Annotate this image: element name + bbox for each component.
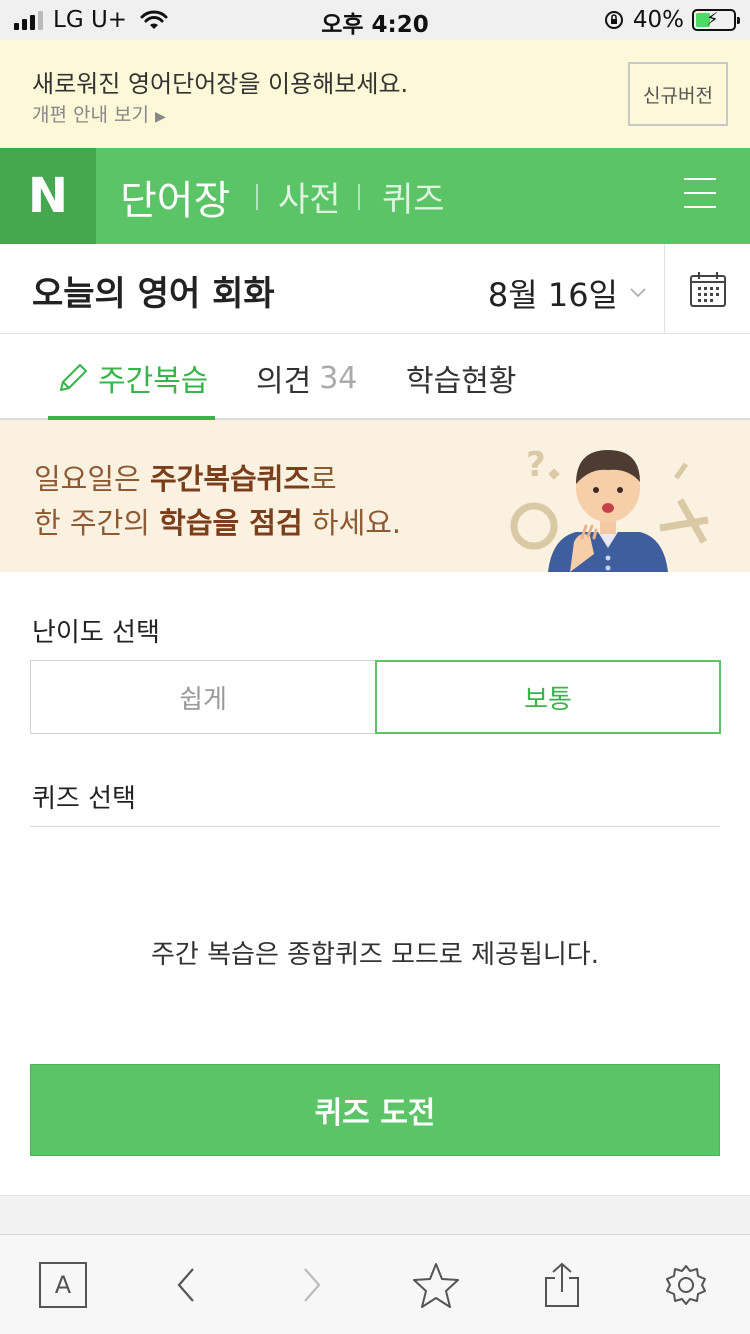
app-header: N 단어장 사전 퀴즈 (0, 148, 750, 244)
hamburger-menu-icon[interactable] (684, 178, 716, 212)
battery-percent: 40% (632, 7, 684, 33)
svg-text:?: ? (526, 445, 546, 485)
status-bar: LG U+ 오후 4:20 40% ⚡ (0, 0, 750, 40)
promo-line-2: 한 주간의 학습을 점검 하세요. (34, 506, 402, 540)
tab-progress[interactable]: 학습현황 (406, 356, 516, 400)
bookmark-button[interactable] (410, 1259, 462, 1311)
caret-right-icon: ▶ (155, 109, 166, 125)
tab-bar: 주간복습 의견 34 학습현황 (0, 334, 750, 420)
date-selector[interactable]: 8월 16일 (488, 270, 646, 316)
new-version-button[interactable]: 신규버전 (628, 62, 728, 126)
browser-toolbar: A (0, 1234, 750, 1334)
nav-dictionary[interactable]: 사전 (278, 172, 341, 221)
start-quiz-button[interactable]: 퀴즈 도전 (30, 1064, 720, 1156)
nav-divider (358, 184, 360, 210)
tab-label: 의견 (256, 364, 312, 399)
nav-quiz[interactable]: 퀴즈 (382, 172, 445, 221)
nav-divider (256, 184, 258, 210)
tab-label: 주간복습 (98, 364, 209, 399)
calendar-icon (689, 272, 726, 307)
nav-wordbook[interactable]: 단어장 (120, 168, 230, 226)
settings-button[interactable] (660, 1259, 712, 1311)
tab-weekly-review[interactable]: 주간복습 (56, 356, 208, 400)
quiz-settings-panel: 난이도 선택 쉽게 보통 퀴즈 선택 주간 복습은 종합퀴즈 모드로 제공됩니다… (0, 572, 750, 1196)
notice-banner: 새로워진 영어단어장을 이용해보세요. 개편 안내 보기 ▶ 신규버전 (0, 40, 750, 148)
tab-comments[interactable]: 의견 34 (256, 356, 357, 400)
quiz-mode-info: 주간 복습은 종합퀴즈 모드로 제공됩니다. (151, 940, 599, 970)
notice-title: 새로워진 영어단어장을 이용해보세요. (32, 70, 409, 98)
reader-mode-button[interactable]: A (37, 1259, 89, 1311)
title-row: 오늘의 영어 회화 8월 16일 (0, 244, 750, 334)
forward-icon (304, 1268, 321, 1302)
promo-line-1: 일요일은 주간복습퀴즈로 (34, 462, 337, 496)
divider (30, 826, 720, 827)
date-label: 8월 16일 (487, 276, 618, 314)
difficulty-normal-option[interactable]: 보통 (375, 660, 721, 734)
star-icon (413, 1263, 459, 1308)
comment-count: 34 (319, 360, 358, 396)
reader-icon: A (39, 1262, 87, 1308)
back-button[interactable] (160, 1259, 212, 1311)
notice-link[interactable]: 개편 안내 보기 ▶ (32, 100, 166, 127)
calendar-button[interactable] (664, 244, 750, 334)
quiz-character-illustration: ? (510, 445, 709, 572)
battery-icon: ⚡ (692, 9, 740, 31)
tab-label: 학습현황 (406, 364, 517, 399)
notice-link-label: 개편 안내 보기 (32, 104, 149, 126)
quiz-select-label: 퀴즈 선택 (32, 784, 136, 814)
difficulty-label: 난이도 선택 (32, 618, 160, 648)
share-icon (545, 1262, 579, 1307)
pencil-icon (60, 364, 87, 391)
naver-logo[interactable]: N (0, 148, 96, 244)
chevron-down-icon (630, 288, 646, 298)
back-icon (177, 1268, 194, 1302)
share-button[interactable] (536, 1259, 588, 1311)
difficulty-easy-option[interactable]: 쉽게 (30, 660, 376, 734)
promo-banner: 일요일은 주간복습퀴즈로 한 주간의 학습을 점검 하세요. ? (0, 420, 750, 572)
forward-button[interactable] (286, 1259, 338, 1311)
page-title: 오늘의 영어 회화 (32, 274, 275, 314)
settings-icon (666, 1265, 706, 1305)
orientation-lock-icon (604, 11, 623, 29)
